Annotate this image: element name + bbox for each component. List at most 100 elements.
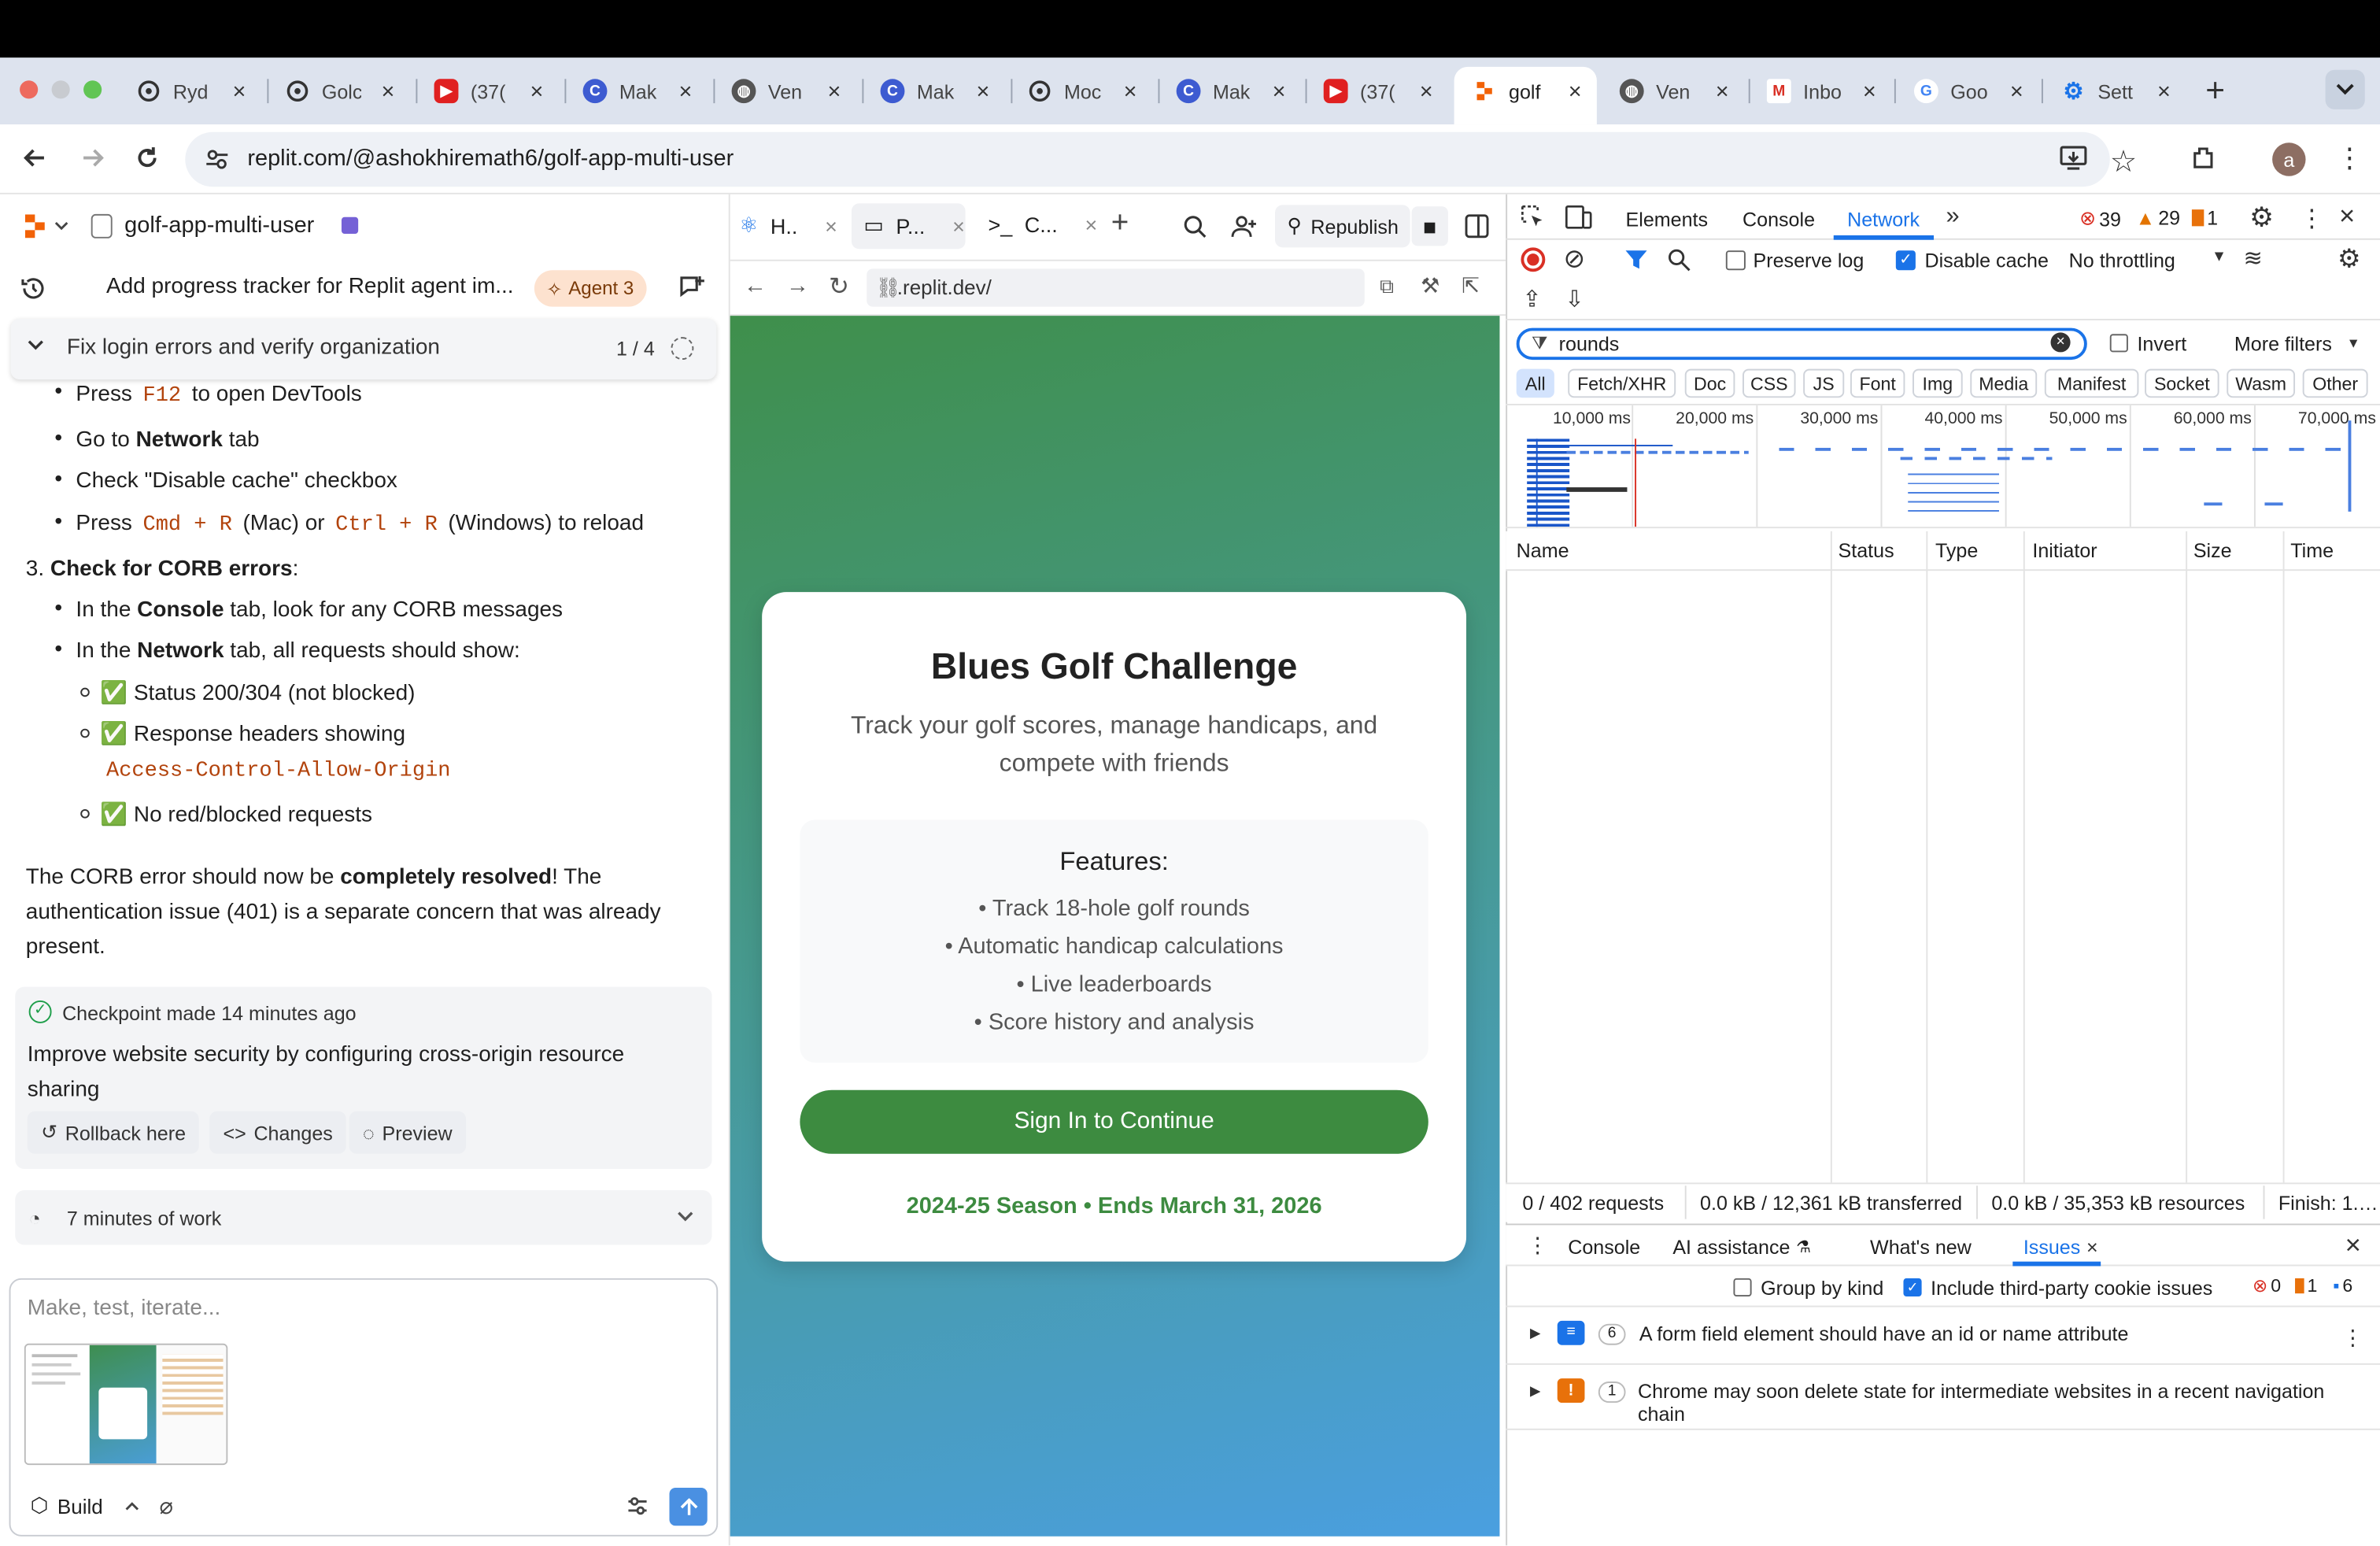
republish-button[interactable]: ⚲ Republish: [1275, 205, 1411, 248]
install-app-icon[interactable]: [2058, 144, 2089, 172]
type-filter-wasm[interactable]: Wasm: [2227, 368, 2296, 398]
type-filter-js[interactable]: JS: [1803, 368, 1845, 398]
issues-count-badge[interactable]: 1: [2191, 206, 2218, 229]
back-icon[interactable]: [21, 144, 49, 172]
close-tab-icon[interactable]: ×: [679, 78, 693, 104]
expand-arrow-icon[interactable]: ▶: [1530, 1326, 1540, 1342]
network-settings-icon[interactable]: ⚙: [2338, 245, 2360, 276]
wrench-icon[interactable]: ⚒: [1421, 273, 1439, 299]
tab-html[interactable]: ⚛ H.. ×: [739, 213, 837, 239]
export-har-icon[interactable]: ⇩: [1565, 286, 1584, 313]
agent-input[interactable]: Make, test, iterate...: [28, 1296, 221, 1321]
close-tab-icon[interactable]: ×: [828, 78, 841, 104]
drawer-tab-console[interactable]: Console: [1568, 1236, 1640, 1259]
type-filter-img[interactable]: Img: [1913, 368, 1963, 398]
browser-tab[interactable]: Moc ×: [1028, 75, 1137, 108]
tab-preview[interactable]: ▭ P... ×: [863, 213, 964, 239]
column-time[interactable]: Time: [2290, 539, 2334, 562]
filter-icon[interactable]: [1624, 247, 1649, 272]
chevron-down-icon[interactable]: [677, 1211, 693, 1222]
more-tabs-icon[interactable]: »: [1946, 203, 1959, 231]
paperclip-icon[interactable]: ⌀: [160, 1492, 173, 1520]
devtools-settings-icon[interactable]: ⚙: [2249, 202, 2274, 235]
site-info-icon[interactable]: [203, 146, 231, 173]
invite-user-icon[interactable]: [1231, 214, 1258, 239]
devices-icon[interactable]: ⧉: [1380, 275, 1394, 299]
agent-badge[interactable]: ✧ Agent 3: [534, 270, 646, 307]
browser-tab[interactable]: G Goo ×: [1913, 75, 2023, 108]
type-filter-doc[interactable]: Doc: [1684, 368, 1735, 398]
browser-tab[interactable]: C Mak ×: [582, 75, 693, 108]
close-tab-icon[interactable]: ×: [1085, 213, 1097, 237]
throttling-select[interactable]: No throttling: [2069, 249, 2175, 272]
clear-filter-icon[interactable]: ×: [2050, 332, 2071, 353]
type-filter-other[interactable]: Other: [2302, 368, 2368, 398]
devtools-tab-console[interactable]: Console: [1743, 208, 1815, 231]
tab-console[interactable]: >_ C... ×: [989, 213, 1098, 237]
add-tab-icon[interactable]: +: [1111, 206, 1129, 241]
forward-icon[interactable]: →: [786, 273, 809, 299]
close-tab-icon[interactable]: ×: [825, 213, 837, 238]
browser-tab-active[interactable]: golf ×: [1473, 75, 1582, 108]
build-mode-button[interactable]: ⬡ Build: [31, 1494, 140, 1518]
close-tab-icon[interactable]: ×: [1124, 78, 1137, 104]
disable-cache-checkbox[interactable]: ✓: [1895, 250, 1916, 271]
type-filter-media[interactable]: Media: [1970, 368, 2038, 398]
browser-tab[interactable]: ⚙ Sett ×: [2061, 75, 2171, 108]
close-tab-icon[interactable]: ×: [233, 78, 246, 104]
attached-screenshot-thumbnail[interactable]: [24, 1343, 228, 1466]
browser-tab[interactable]: Golc ×: [286, 75, 394, 108]
close-tab-icon[interactable]: ×: [1716, 78, 1729, 104]
warning-count-badge[interactable]: ▲ 29: [2136, 206, 2181, 229]
new-chat-icon[interactable]: [677, 273, 708, 301]
preview-button[interactable]: ◌ Preview: [349, 1111, 467, 1154]
column-size[interactable]: Size: [2193, 539, 2232, 562]
close-tab-icon[interactable]: ×: [2086, 1236, 2098, 1259]
close-tab-icon[interactable]: ×: [1273, 78, 1286, 104]
inspect-element-icon[interactable]: [1521, 205, 1545, 229]
history-icon[interactable]: [20, 275, 47, 302]
preserve-log-checkbox[interactable]: [1725, 250, 1746, 271]
drawer-menu-icon[interactable]: ⋮: [1527, 1233, 1548, 1259]
browser-tab[interactable]: ▶ (37(×: [1323, 75, 1433, 108]
zoom-window-button[interactable]: [83, 80, 102, 99]
profile-avatar[interactable]: a: [2272, 142, 2306, 176]
browser-tab[interactable]: Ryd ×: [137, 75, 246, 108]
browser-tab[interactable]: C Mak ×: [880, 75, 990, 108]
more-filters-button[interactable]: More filters: [2234, 332, 2332, 355]
close-tab-icon[interactable]: ×: [2010, 78, 2023, 104]
group-by-kind-checkbox[interactable]: [1733, 1278, 1752, 1297]
drawer-tab-issues[interactable]: Issues ×: [2023, 1236, 2098, 1259]
close-tab-icon[interactable]: ×: [2157, 78, 2171, 104]
type-filter-css[interactable]: CSS: [1743, 368, 1796, 398]
new-tab-icon[interactable]: +: [2205, 72, 2225, 111]
project-switcher[interactable]: golf-app-multi-user: [91, 213, 359, 239]
browser-tab[interactable]: ◍ Ven ×: [731, 75, 841, 108]
record-button[interactable]: [1521, 247, 1546, 272]
reload-icon[interactable]: ↻: [829, 272, 849, 302]
close-tab-icon[interactable]: ×: [1420, 78, 1433, 104]
column-type[interactable]: Type: [1935, 539, 1978, 562]
reload-icon[interactable]: [134, 144, 161, 172]
column-name[interactable]: Name: [1517, 539, 1569, 562]
close-tab-icon[interactable]: ×: [1569, 78, 1582, 104]
settings-sliders-icon[interactable]: [626, 1494, 650, 1518]
chevron-down-icon[interactable]: [28, 340, 44, 351]
changes-button[interactable]: <> Changes: [209, 1111, 347, 1154]
column-status[interactable]: Status: [1839, 539, 1894, 562]
devtools-tab-elements[interactable]: Elements: [1626, 208, 1709, 231]
forward-icon[interactable]: [79, 144, 106, 172]
split-pane-icon[interactable]: [1465, 214, 1489, 239]
close-tab-icon[interactable]: ×: [530, 78, 544, 104]
open-new-window-icon[interactable]: ⇱: [1462, 273, 1480, 299]
close-tab-icon[interactable]: ×: [977, 78, 990, 104]
close-devtools-icon[interactable]: ×: [2339, 201, 2355, 233]
type-filter-socket[interactable]: Socket: [2145, 368, 2219, 398]
tab-search-button[interactable]: [2325, 69, 2365, 109]
back-icon[interactable]: ←: [744, 273, 767, 299]
third-party-checkbox[interactable]: ✓: [1903, 1278, 1922, 1297]
type-filter-all[interactable]: All: [1516, 368, 1554, 398]
stop-icon[interactable]: ◼: [1411, 206, 1448, 246]
search-icon[interactable]: [1667, 247, 1691, 272]
send-button[interactable]: [669, 1488, 708, 1526]
